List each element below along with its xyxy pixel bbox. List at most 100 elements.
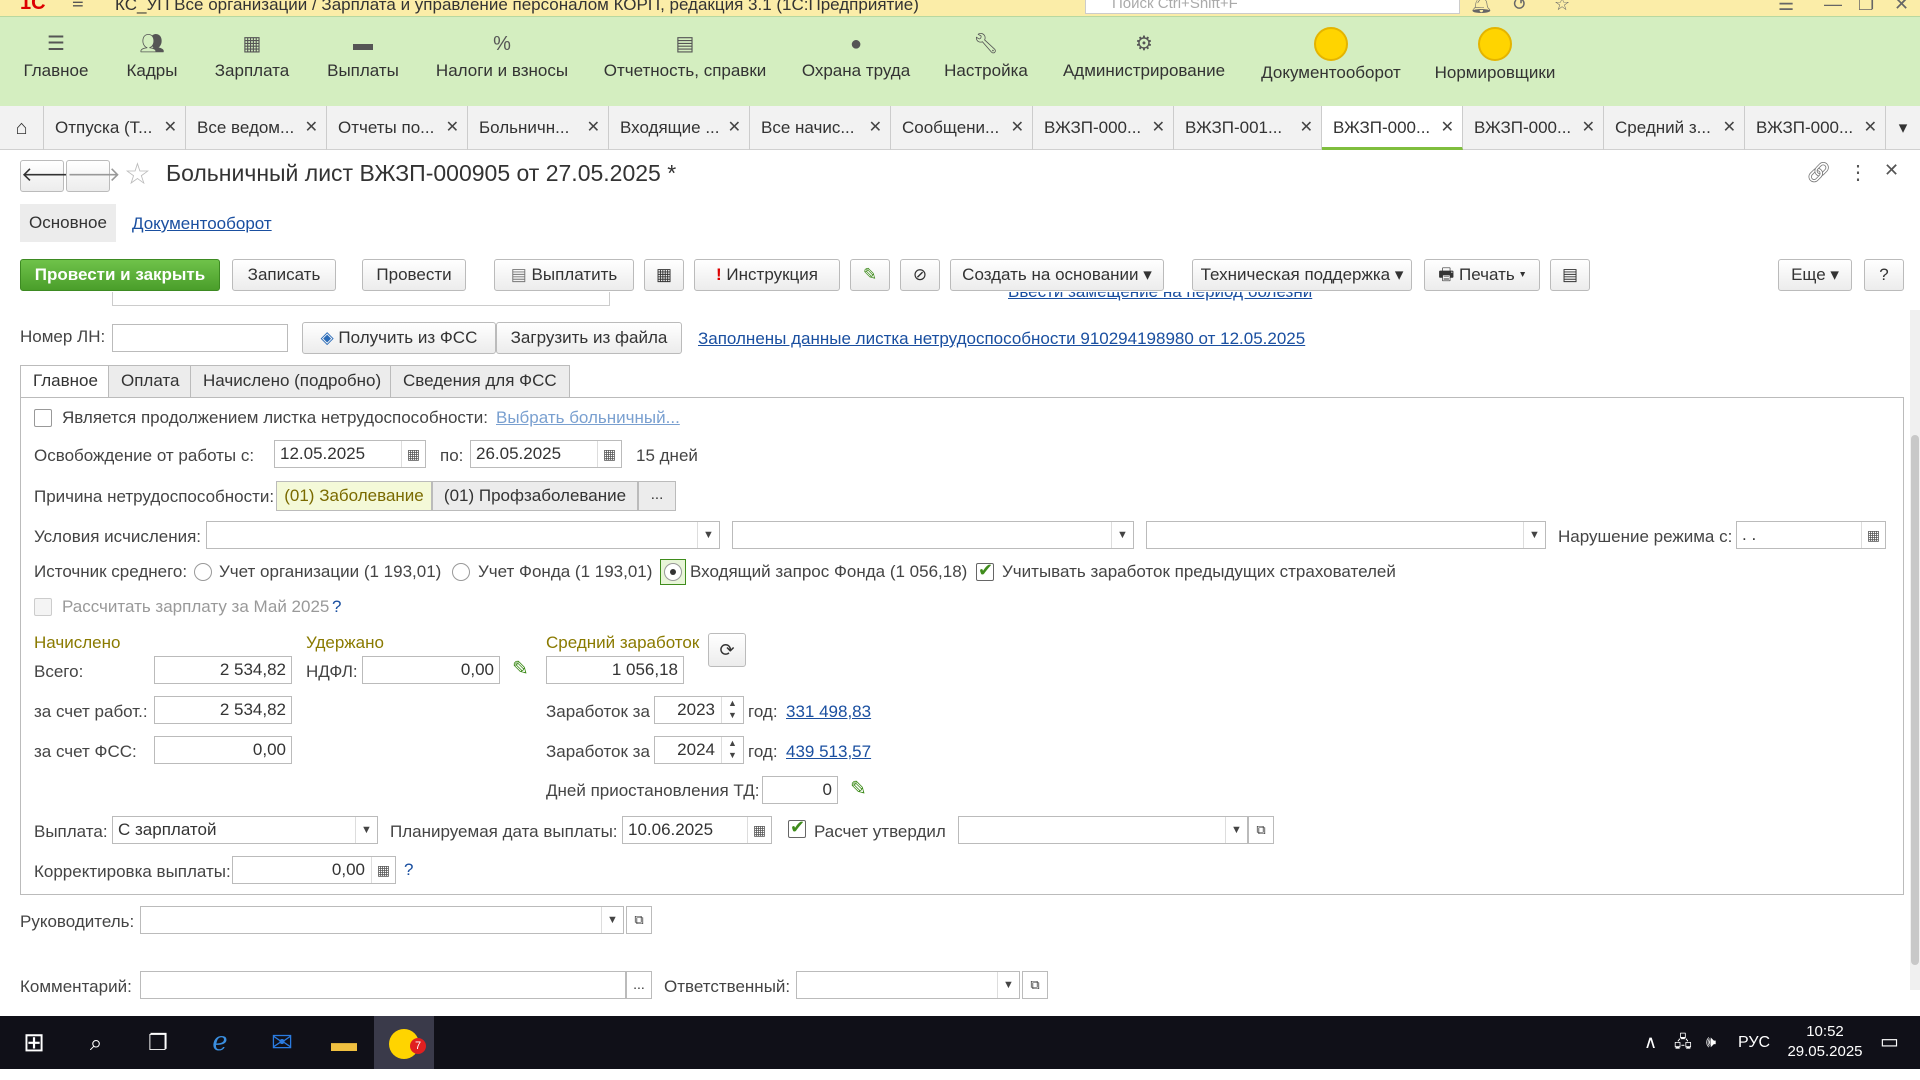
form-scrollbar[interactable]: [1910, 310, 1920, 990]
search-icon[interactable]: ⌕: [66, 1016, 126, 1069]
suspension-days-input[interactable]: 0: [762, 776, 838, 804]
stepper-arrows-icon[interactable]: ▲ ▼: [721, 737, 743, 763]
section-docflow[interactable]: Документооборот: [1258, 27, 1404, 83]
open-manager-icon[interactable]: ⧉: [626, 906, 652, 934]
section-taxes[interactable]: % Налоги и взносы: [432, 27, 572, 81]
calendar-icon[interactable]: ▦: [597, 441, 621, 467]
adjust-input[interactable]: 0,00 ▦: [232, 856, 396, 884]
choose-sick-link[interactable]: Выбрать больничный...: [496, 408, 680, 428]
language-indicator[interactable]: РУС: [1738, 1016, 1770, 1069]
amount-year1-link[interactable]: 331 498,83: [786, 702, 871, 722]
history-icon[interactable]: ↺: [1512, 0, 1527, 15]
sign-button[interactable]: ✎: [850, 259, 890, 291]
favorites-star-icon[interactable]: ☆: [1554, 0, 1570, 15]
calendar-icon[interactable]: ▦: [1861, 522, 1885, 548]
comment-more-button[interactable]: ...: [626, 971, 652, 999]
global-search-input[interactable]: Поиск Ctrl+Shift+F: [1085, 0, 1460, 14]
continuation-checkbox[interactable]: [34, 409, 52, 427]
ie-browser-icon[interactable]: e: [190, 1016, 250, 1069]
approved-checkbox[interactable]: [788, 817, 806, 838]
close-tab-icon[interactable]: ✕: [1300, 106, 1313, 150]
open-responsible-icon[interactable]: ⧉: [1022, 971, 1048, 999]
approver-select[interactable]: ▼: [958, 816, 1248, 844]
violation-date-input[interactable]: . . ▦: [1736, 521, 1886, 549]
get-from-fss-button[interactable]: ◈ Получить из ФСС: [302, 322, 496, 354]
clock[interactable]: 10:52 29.05.2025: [1780, 1022, 1870, 1062]
section-payments[interactable]: ▬ Выплаты: [322, 27, 404, 81]
report-button[interactable]: ▤: [1550, 259, 1590, 291]
link-icon[interactable]: 🔗︎: [1806, 160, 1831, 185]
save-button[interactable]: Записать: [232, 259, 336, 291]
close-tab-icon[interactable]: ✕: [1441, 106, 1454, 147]
reason-occupational-toggle[interactable]: (01) Профзаболевание: [432, 481, 638, 511]
outlook-icon[interactable]: ✉: [252, 1016, 312, 1069]
tab-accrued-detail[interactable]: Начислено (подробно): [190, 365, 395, 397]
close-tab-icon[interactable]: ✕: [587, 106, 600, 150]
tab-payment[interactable]: Оплата: [108, 365, 193, 397]
network-icon[interactable]: 🖧︎: [1674, 1016, 1692, 1069]
more-button[interactable]: Еще ▾: [1778, 259, 1852, 291]
volume-icon[interactable]: 🕪︎: [1706, 1016, 1716, 1069]
tab-item[interactable]: Средний з... ✕: [1604, 106, 1745, 150]
scrollbar-thumb[interactable]: [1911, 435, 1919, 965]
date-to-input[interactable]: 26.05.2025 ▦: [470, 440, 622, 468]
chevron-down-icon[interactable]: ▼: [1523, 522, 1545, 548]
settings-menu-icon[interactable]: ☰: [1778, 0, 1794, 15]
notifications-icon[interactable]: ▭: [1880, 1016, 1899, 1069]
stepper-arrows-icon[interactable]: ▲ ▼: [721, 697, 743, 723]
close-window-icon[interactable]: ✕: [1894, 0, 1909, 15]
close-tab-icon[interactable]: ✕: [305, 106, 318, 150]
windows-start-icon[interactable]: ⊞: [4, 1016, 64, 1069]
task-view-icon[interactable]: ❐: [128, 1016, 188, 1069]
tab-item[interactable]: Все начис... ✕: [750, 106, 891, 150]
reason-disease-toggle[interactable]: (01) Заболевание: [276, 481, 432, 511]
tab-item[interactable]: Больничн... ✕: [468, 106, 609, 150]
prev-insurers-checkbox[interactable]: [976, 560, 994, 581]
chevron-down-icon[interactable]: ▼: [997, 972, 1019, 998]
close-tab-icon[interactable]: ✕: [869, 106, 882, 150]
tab-main[interactable]: Главное: [20, 365, 111, 398]
attach-button[interactable]: ⊘: [900, 259, 940, 291]
support-button[interactable]: Техническая поддержка ▾: [1192, 259, 1412, 291]
section-hr[interactable]: 👥︎ Кадры: [120, 27, 184, 81]
close-tab-icon[interactable]: ✕: [728, 106, 741, 150]
radio-org-accounting[interactable]: [194, 563, 212, 581]
favorite-star-icon[interactable]: ☆: [124, 157, 151, 192]
pay-button[interactable]: ▤ Выплатить: [494, 259, 634, 291]
tab-item[interactable]: Входящие ... ✕: [609, 106, 750, 150]
close-tab-icon[interactable]: ✕: [1152, 106, 1165, 150]
app-1c-icon[interactable]: 7: [374, 1016, 434, 1069]
year2-stepper[interactable]: 2024 ▲ ▼: [654, 736, 744, 764]
section-salary[interactable]: ▦ Зарплата: [210, 27, 294, 81]
tab-item[interactable]: ВЖЗП-000... ✕: [1745, 106, 1886, 150]
calculator-icon[interactable]: ▦: [371, 857, 395, 883]
kebab-menu-icon[interactable]: ⋮: [1848, 160, 1868, 185]
instruction-button[interactable]: ! Инструкция: [694, 259, 840, 291]
manager-select[interactable]: ▼: [140, 906, 624, 934]
close-tab-icon[interactable]: ✕: [446, 106, 459, 150]
subnav-docflow[interactable]: Документооборот: [132, 214, 272, 234]
close-tab-icon[interactable]: ✕: [164, 106, 177, 150]
condition-1-select[interactable]: ▼: [206, 521, 720, 549]
radio-incoming-request[interactable]: [664, 563, 682, 581]
calendar-icon[interactable]: ▦: [747, 817, 771, 843]
home-icon[interactable]: ⌂: [0, 106, 44, 150]
chevron-down-icon[interactable]: ▼: [1111, 522, 1133, 548]
print-button[interactable]: 🖶︎ Печать ▾: [1424, 259, 1540, 291]
tabs-overflow-icon[interactable]: ▾: [1886, 106, 1920, 150]
load-from-file-button[interactable]: Загрузить из файла: [496, 322, 682, 354]
amount-year2-link[interactable]: 439 513,57: [786, 742, 871, 762]
back-arrow-icon[interactable]: 🡐: [20, 160, 75, 192]
post-and-close-button[interactable]: Провести и закрыть: [20, 259, 220, 291]
close-tab-icon[interactable]: ✕: [1011, 106, 1024, 150]
section-admin[interactable]: ⚙ Администрирование: [1058, 27, 1230, 81]
tab-item[interactable]: ВЖЗП-000... ✕: [1463, 106, 1604, 150]
maximize-icon[interactable]: ❐: [1858, 0, 1874, 15]
help-button[interactable]: ?: [1864, 259, 1904, 291]
tab-item-active[interactable]: ВЖЗП-000... ✕: [1322, 106, 1463, 150]
tab-item[interactable]: Отпуска (Т... ✕: [44, 106, 186, 150]
year1-stepper[interactable]: 2023 ▲ ▼: [654, 696, 744, 724]
section-reports[interactable]: ▤ Отчетность, справки: [600, 27, 770, 81]
refresh-button[interactable]: ⟳: [708, 633, 746, 667]
help-icon[interactable]: ?: [404, 860, 413, 880]
